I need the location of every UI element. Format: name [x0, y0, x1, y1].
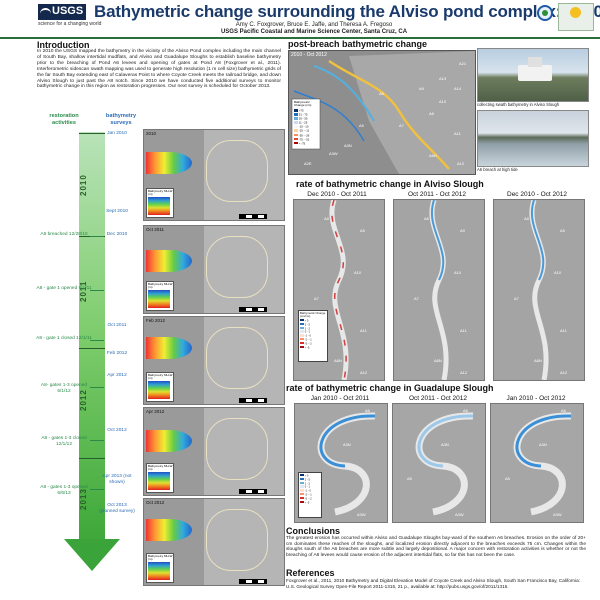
alviso-map: Bathymetric Change (cm/mo) > 5 2 - 5 1 -… — [293, 199, 385, 381]
photo-caption: A6 breach at high tide — [477, 167, 518, 172]
activity-item: A8 - gate 1 closed 12/1/11 — [36, 336, 92, 341]
activity-connector — [90, 340, 104, 341]
references-text: Foxgrover et al., 2011, 2010 Bathymetry … — [286, 578, 580, 589]
conclusions-title: Conclusions — [286, 526, 341, 536]
alviso-panel-title: Dec 2010 - Oct 2011 — [307, 191, 367, 198]
map-date: Feb 2012 — [146, 318, 166, 323]
survey-item: Apr 2013 (not shown) — [102, 474, 132, 485]
map-date: 2010 — [146, 131, 157, 136]
survey-boat-photo — [477, 48, 589, 102]
post-breach-title: post-breach bathymetric change — [288, 39, 428, 49]
survey-map: 2010 Bathymetry MLLW (m) — [143, 129, 285, 221]
activities-header: restoration activities — [49, 113, 79, 126]
partner-logo-icon — [558, 3, 594, 31]
guadalupe-map: A6 A3N A5 A3W > 5 2 - 5 1 - 2 0 - 1 -1 -… — [294, 403, 388, 523]
survey-map: Apr 2012 Bathymetry MLLW (m) — [143, 407, 285, 496]
survey-map: Oct 2012 Bathymetry MLLW (m) — [143, 498, 285, 586]
survey-item: Oct 2013 (planned survey) — [99, 503, 135, 514]
timeline-arrowhead — [64, 539, 120, 571]
poster: USGS science for a changing world Bathym… — [0, 0, 600, 600]
map-date: Apr 2012 — [146, 409, 165, 414]
year-label: 2010 — [79, 174, 88, 196]
activity-connector — [90, 290, 104, 291]
alviso-map: A8 A9 A10 A7 A11 A8N A12 — [393, 199, 485, 381]
map-date: Oct 2012 — [146, 500, 165, 505]
activity-connector — [90, 489, 104, 490]
survey-item: Apr 2012 — [107, 373, 127, 378]
wave-icon — [40, 8, 51, 18]
header: USGS science for a changing world Bathym… — [0, 0, 600, 39]
references-title: References — [286, 568, 335, 578]
post-breach-legend-title: Bathymetric Change (cm) — [294, 100, 312, 108]
survey-map: Feb 2012 Bathymetry MLLW (m) — [143, 316, 285, 405]
activity-connector — [90, 440, 104, 441]
partner-seal-icon — [537, 5, 553, 21]
survey-item: Feb 2012 — [106, 351, 128, 356]
usgs-logo: USGS — [38, 4, 86, 20]
survey-item: Sept 2010 — [106, 209, 128, 214]
post-breach-map: 2010 - Oct 2012 Bathymetric Change (cm) … — [288, 50, 476, 175]
guadalupe-panel-title: Oct 2011 - Oct 2012 — [408, 395, 468, 402]
usgs-logo-text: USGS — [52, 5, 84, 17]
survey-map: Oct 2011 Bathymetry MLLW (m) — [143, 225, 285, 314]
conclusions-text: The greatest erosion has occurred within… — [286, 536, 586, 558]
alviso-panel-title: Dec 2010 - Oct 2012 — [507, 191, 567, 198]
activity-item: A8 - gates 1-3 opened 6/6/13 — [40, 485, 88, 496]
activity-item: A8 - gate 1 opened 6/1/11 — [36, 286, 92, 291]
activity-item: A6 breached 12/28/10 — [40, 232, 88, 237]
survey-item: Oct 2011 — [107, 323, 127, 328]
post-breach-legend: >75 51 - 75 26 - 50 11 - 25 -10 - 10 -25… — [294, 109, 318, 146]
map-date: Oct 2011 — [146, 227, 164, 232]
survey-item: Oct 2012 — [107, 428, 127, 433]
activity-item: A8 - gates 1-3 closed 12/1/12 — [41, 436, 87, 447]
alviso-map: A8 A9 A10 A7 A11 A8N A12 — [493, 199, 585, 381]
year-tick — [79, 348, 105, 349]
authors: Amy C. Foxgrover, Bruce E. Jaffe, and Th… — [235, 22, 393, 28]
year-tick — [79, 458, 105, 459]
guadalupe-title: rate of bathymetric change in Guadalupe … — [286, 383, 494, 393]
alviso-title: rate of bathymetric change in Alviso Slo… — [296, 179, 484, 189]
photo-caption: collecting swath bathymetry in Alviso Sl… — [477, 102, 560, 107]
poster-title: Bathymetric change surrounding the Alvis… — [94, 2, 600, 21]
alviso-legend: Bathymetric Change (cm/mo) > 5 2 - 5 1 -… — [298, 310, 328, 362]
survey-item: Jan 2010 — [107, 131, 127, 136]
surveys-header: bathymetry surveys — [105, 113, 137, 126]
usgs-tagline: science for a changing world — [38, 21, 102, 27]
guadalupe-panel-title: Jan 2010 - Oct 2011 — [310, 395, 370, 402]
intro-text: In 2010 the USGS mapped the bathymetry i… — [37, 49, 281, 90]
guadalupe-legend: > 5 2 - 5 1 - 2 0 - 1 -1 - 0 -2 - -1 -5 … — [298, 472, 322, 518]
breach-photo — [477, 110, 589, 167]
activity-connector — [90, 387, 104, 388]
affiliation: USGS Pacific Coastal and Marine Science … — [220, 29, 408, 35]
guadalupe-map: A6 A3N A5 A3W — [392, 403, 486, 523]
post-breach-date: 2010 - Oct 2012 — [291, 52, 327, 58]
alviso-panel-title: Oct 2011 - Oct 2012 — [407, 191, 467, 198]
guadalupe-map: A6 A3N A5 A3W — [490, 403, 584, 523]
guadalupe-panel-title: Jan 2010 - Oct 2012 — [506, 395, 566, 402]
survey-item: Dec 2010 — [106, 232, 128, 237]
activity-item: A8- gates 1-3 opened 6/1/12 — [40, 383, 88, 394]
